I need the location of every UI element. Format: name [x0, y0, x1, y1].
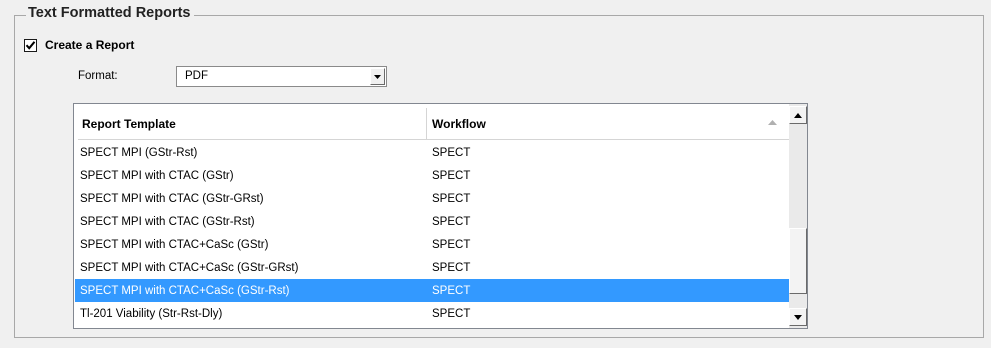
sort-up-icon: [768, 120, 777, 125]
format-dropdown[interactable]: PDF: [176, 66, 387, 87]
format-label: Format:: [78, 70, 118, 82]
table-row[interactable]: SPECT MPI with CTAC (GStr) SPECT: [75, 164, 789, 187]
list-rows: SPECT MPI (GStr-Rst) SPECT SPECT MPI wit…: [75, 141, 789, 325]
arrow-down-icon: [794, 314, 802, 320]
group-title: Text Formatted Reports: [26, 5, 195, 21]
vertical-scrollbar[interactable]: [789, 104, 807, 328]
cell-report-template: SPECT MPI with CTAC+CaSc (GStr-Rst): [80, 284, 290, 297]
chevron-down-icon: [374, 74, 381, 79]
table-row[interactable]: SPECT MPI with CTAC (GStr-GRst) SPECT: [75, 187, 789, 210]
cell-workflow: SPECT: [432, 261, 471, 274]
report-template-list[interactable]: Report Template Workflow SPECT MPI (GStr…: [73, 103, 808, 329]
column-header-label: Report Template: [82, 116, 176, 131]
cell-report-template: SPECT MPI with CTAC (GStr-GRst): [80, 192, 264, 205]
format-selected-value: PDF: [185, 70, 208, 82]
scroll-up-button[interactable]: [789, 106, 807, 124]
table-row[interactable]: SPECT MPI with CTAC (GStr-Rst) SPECT: [75, 210, 789, 233]
table-row[interactable]: SPECT MPI with CTAC+CaSc (GStr) SPECT: [75, 233, 789, 256]
cell-report-template: SPECT MPI with CTAC (GStr): [80, 169, 234, 182]
table-row[interactable]: SPECT MPI with CTAC+CaSc (GStr-Rst) SPEC…: [75, 279, 789, 302]
cell-report-template: Tl-201 Viability (Str-Rst-Dly): [80, 307, 223, 320]
create-report-checkbox[interactable]: [24, 38, 37, 52]
arrow-up-icon: [794, 112, 802, 118]
cell-workflow: SPECT: [432, 284, 471, 297]
cell-workflow: SPECT: [432, 238, 471, 251]
cell-report-template: SPECT MPI with CTAC+CaSc (GStr-GRst): [80, 261, 299, 274]
cell-workflow: SPECT: [432, 215, 471, 228]
create-report-label[interactable]: Create a Report: [45, 38, 134, 52]
column-header-label: Workflow: [432, 116, 486, 131]
table-row[interactable]: SPECT MPI with CTAC+CaSc (GStr-GRst) SPE…: [75, 256, 789, 279]
create-report-row[interactable]: Create a Report: [24, 38, 134, 52]
cell-workflow: SPECT: [432, 192, 471, 205]
format-dropdown-button[interactable]: [370, 68, 385, 85]
check-icon: [25, 40, 36, 50]
list-header: Report Template Workflow: [78, 108, 789, 140]
table-row[interactable]: Tl-201 Viability (Str-Rst-Dly) SPECT: [75, 302, 789, 325]
scrollbar-thumb[interactable]: [789, 228, 807, 294]
cell-report-template: SPECT MPI with CTAC+CaSc (GStr): [80, 238, 269, 251]
cell-report-template: SPECT MPI (GStr-Rst): [80, 146, 198, 159]
cell-workflow: SPECT: [432, 146, 471, 159]
cell-workflow: SPECT: [432, 169, 471, 182]
column-header-workflow[interactable]: Workflow: [427, 108, 789, 139]
cell-workflow: SPECT: [432, 307, 471, 320]
table-row[interactable]: SPECT MPI (GStr-Rst) SPECT: [75, 141, 789, 164]
scroll-down-button[interactable]: [789, 308, 807, 326]
cell-report-template: SPECT MPI with CTAC (GStr-Rst): [80, 215, 255, 228]
column-header-report-template[interactable]: Report Template: [78, 108, 427, 139]
